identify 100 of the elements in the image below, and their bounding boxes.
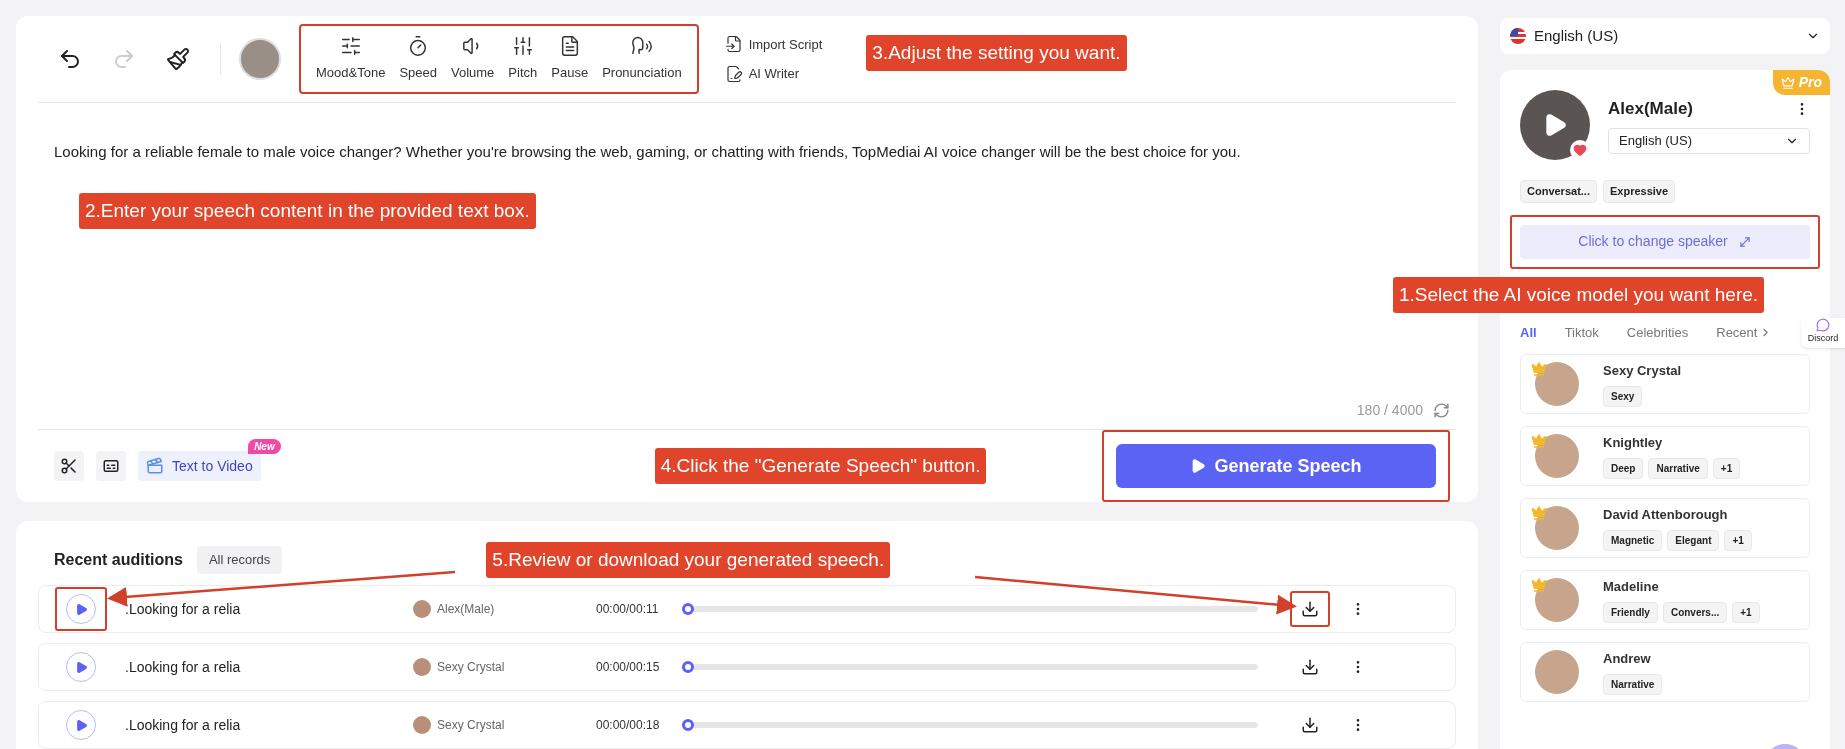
voice-tab[interactable]: Recent [1716,322,1758,342]
voice-card[interactable]: Madeline Friendly Convers... +1 [1520,570,1810,630]
generate-speech-button[interactable]: Generate Speech [1116,444,1436,488]
progress-track[interactable] [682,602,1258,616]
section-title: Recent auditions [54,550,183,570]
flag-icon [1510,28,1526,44]
download-button[interactable] [1301,716,1319,734]
playback-time: 00:00/00:11 [596,601,660,618]
progress-thumb[interactable] [682,603,694,615]
play-icon [1190,458,1207,474]
scissors-icon [60,457,78,475]
discord-widget[interactable]: Discord [1801,318,1845,348]
playback-time: 00:00/00:15 [596,659,661,676]
voice-card[interactable]: Andrew Narrative [1520,642,1810,702]
tool-button[interactable]: Pronunciation [595,35,689,83]
sliders-icon [339,35,362,58]
speaker-name: Alex(Male) [437,601,496,618]
tool-button[interactable]: Volume [444,35,502,83]
voice-tag: +1 [1724,530,1752,552]
voice-name: Knightley [1603,433,1664,452]
annotation-callout: 4.Click the "Generate Speech" button. [654,448,987,484]
download-button[interactable] [1301,600,1319,618]
annotation-callout: 5.Review or download your generated speech. [486,542,891,578]
edit-file-icon [724,64,743,83]
refresh-icon[interactable] [1433,402,1450,419]
voice-tag: Narrative [1603,674,1663,696]
brush-icon [166,47,190,71]
play-icon [74,602,88,616]
play-icon [74,660,88,674]
voice-tab[interactable]: Tiktok [1564,322,1599,342]
tool-button[interactable]: Pitch [501,35,545,83]
chat-icon [1816,318,1830,332]
download-icon [1301,716,1319,734]
annotation-callout: 3.Adjust the setting you want. [866,35,1127,71]
voice-tab[interactable]: Celebrities [1626,322,1689,342]
speaker-name: Sexy Crystal [437,717,506,734]
speaker-language-select[interactable]: English (US) [1608,127,1810,154]
clapperboard-icon [146,457,164,475]
scissors-button[interactable] [54,451,84,481]
speaker-name: Sexy Crystal [437,659,506,676]
voice-tag: Magnetic [1603,530,1663,552]
voice-avatar-placeholder [1535,650,1579,694]
text-to-video-button[interactable]: Text to Video [138,451,261,481]
speaker-name: Alex(Male) [1608,98,1694,120]
voice-avatar-placeholder [1535,506,1579,550]
language-select[interactable]: English (US) [1500,18,1830,54]
voice-tag: +1 [1712,458,1741,480]
voice-avatar-placeholder [1535,578,1579,622]
audition-title: .Looking for a relia [125,599,242,619]
progress-thumb[interactable] [682,719,694,731]
voice-tag: Conversat... [1520,180,1597,203]
subtitle-button[interactable] [96,451,126,481]
redo-icon [112,47,136,71]
annotation-callout: 1.Select the AI voice model you want here. [1393,277,1765,313]
diagonal-arrows-icon [1737,234,1752,249]
voice-tag: Expressive [1602,180,1676,203]
side-action-link[interactable]: AI Writer [724,64,823,84]
progress-thumb[interactable] [682,661,694,673]
voice-name: Madeline [1603,577,1660,596]
progress-track[interactable] [682,660,1258,674]
voice-tag: Sexy [1603,386,1643,408]
progress-track[interactable] [682,718,1258,732]
voice-tag: Deep [1603,458,1644,480]
voice-avatar-placeholder [1535,434,1579,478]
tool-button[interactable]: Pause [544,35,596,83]
avatar-placeholder[interactable] [239,38,281,80]
side-action-link[interactable]: Import Script [724,34,823,54]
new-badge: New [248,439,281,454]
download-button[interactable] [1301,658,1319,676]
voice-tab[interactable]: All [1520,322,1537,342]
annotation-callout: 2.Enter your speech content in the provided text box. [79,192,536,229]
playback-time: 00:00/00:18 [596,717,661,734]
speaker-avatar-placeholder [413,658,431,676]
voice-card[interactable]: Sexy Crystal Sexy [1520,354,1810,414]
speaker-avatar-placeholder [413,716,431,734]
voice-tag: +1 [1732,602,1760,624]
download-icon [1301,658,1319,676]
play-icon [74,718,88,732]
voice-tag: Elegant [1667,530,1720,552]
pro-badge: Pro [1772,70,1830,95]
character-count: 180 / 4000 [1356,401,1423,420]
equalizer-icon [511,35,534,58]
download-icon [1301,600,1319,618]
voice-tag: Narrative [1648,458,1708,480]
tool-button[interactable]: Speed [392,35,444,83]
tool-button[interactable]: Mood&Tone [309,35,393,83]
voice-name: Sexy Crystal [1603,361,1682,380]
voice-card[interactable]: David Attenborough Magnetic Elegant +1 [1520,498,1810,558]
subtitle-icon [102,457,120,475]
speech-text[interactable]: Looking for a reliable female to male voice changer? Whether you're browsing the web, gaming, or chatting with friends, TopMediai AI voice changer will be the best choice for you. [54,141,1456,164]
voice-avatar-placeholder [1535,362,1579,406]
all-records-button[interactable]: All records [196,546,283,574]
audition-title: .Looking for a relia [125,657,242,677]
voice-card[interactable]: Knightley Deep Narrative +1 [1520,426,1810,486]
change-speaker-button[interactable]: Click to change speaker [1520,224,1810,259]
import-file-icon [724,35,743,54]
undo-icon [58,47,82,71]
voice-tag: Friendly [1603,602,1658,624]
voice-name: Andrew [1603,649,1652,668]
voice-name: David Attenborough [1603,505,1729,524]
